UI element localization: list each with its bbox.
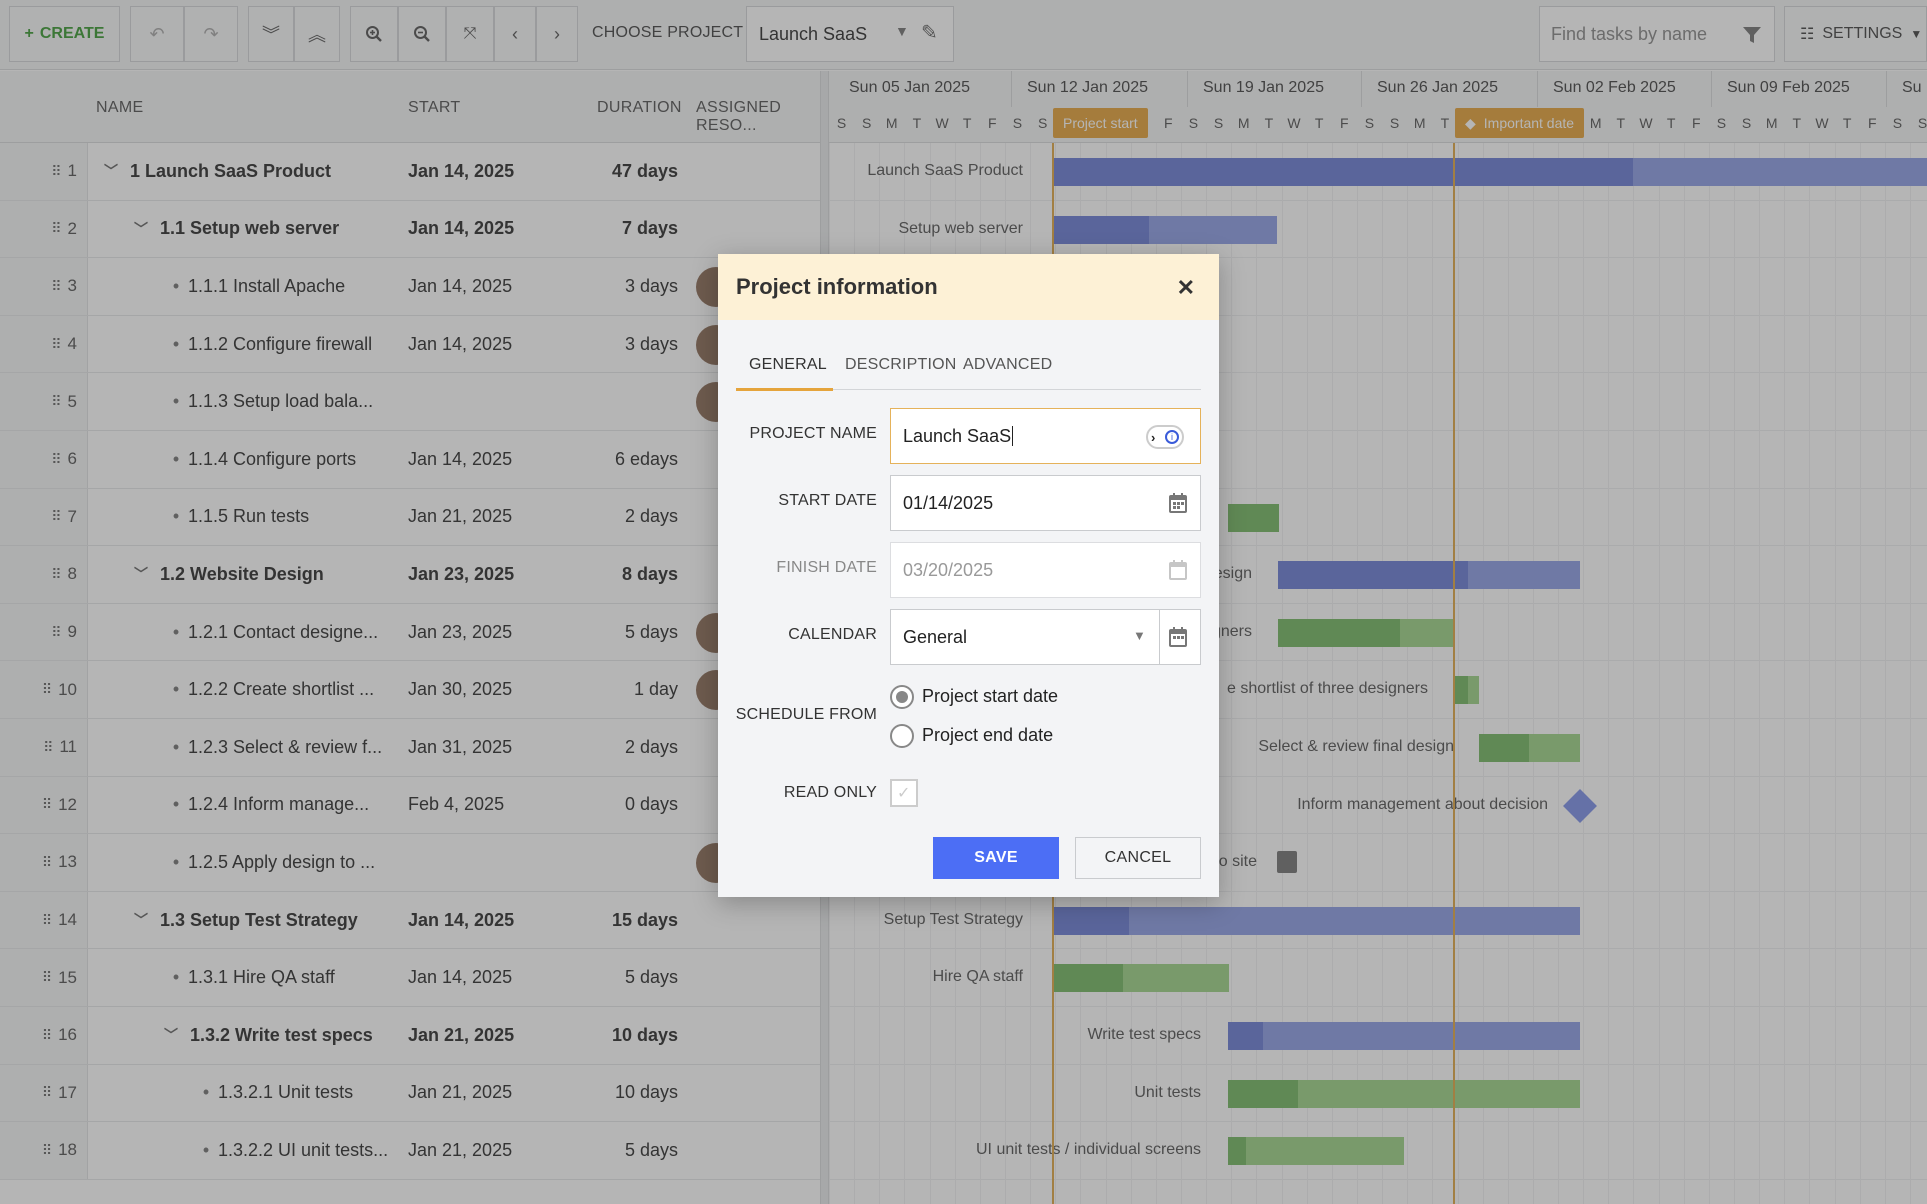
calendar-icon[interactable] [1168,626,1188,648]
cancel-button[interactable]: CANCEL [1075,837,1201,879]
checkmark-icon: ✓ [897,785,911,802]
close-icon[interactable]: ✕ [1177,275,1195,301]
dialog-body: GENERAL DESCRIPTION ADVANCED PROJECT NAM… [718,320,1219,897]
start-date-value: 01/14/2025 [903,492,994,513]
chevron-down-icon[interactable]: ▼ [1133,628,1146,643]
finish-date-value: 03/20/2025 [903,559,994,580]
calendar-value: General [903,626,968,647]
project-information-dialog: Project information ✕ GENERAL DESCRIPTIO… [718,254,1219,897]
dialog-header: Project information ✕ [718,254,1219,320]
finish-date-field: 03/20/2025 [890,542,1201,598]
save-button[interactable]: SAVE [933,837,1059,879]
project-name-value: Launch SaaS [903,425,1012,446]
field-divider [1159,610,1160,664]
calendar-icon [1169,560,1187,580]
calendar-icon[interactable] [1168,492,1188,514]
project-name-field[interactable]: Launch SaaS › i [890,408,1201,464]
dialog-title: Project information [736,274,938,299]
calendar-select[interactable]: General ▼ [890,609,1201,665]
dialog-tabs: GENERAL DESCRIPTION ADVANCED [736,320,1201,391]
finish-date-label: FINISH DATE [776,559,877,576]
schedule-from-end-radio[interactable] [890,724,914,748]
start-date-field[interactable]: 01/14/2025 [890,475,1201,531]
active-tab-indicator [736,388,833,391]
tab-advanced[interactable]: ADVANCED [963,356,1052,374]
calendar-label: CALENDAR [788,626,877,643]
schedule-from-end-label[interactable]: Project end date [922,725,1053,746]
project-name-label: PROJECT NAME [749,425,877,442]
read-only-checkbox[interactable]: ✓ [890,779,918,807]
schedule-from-start-radio[interactable] [890,685,914,709]
read-only-label: READ ONLY [783,784,877,801]
schedule-from-label: SCHEDULE FROM [735,706,877,723]
schedule-from-start-label[interactable]: Project start date [922,686,1058,707]
tab-general[interactable]: GENERAL [749,356,827,374]
tab-description[interactable]: DESCRIPTION [845,356,957,374]
start-date-label: START DATE [778,492,877,509]
text-cursor [1012,426,1014,446]
password-manager-icon[interactable]: › i [1146,425,1184,449]
